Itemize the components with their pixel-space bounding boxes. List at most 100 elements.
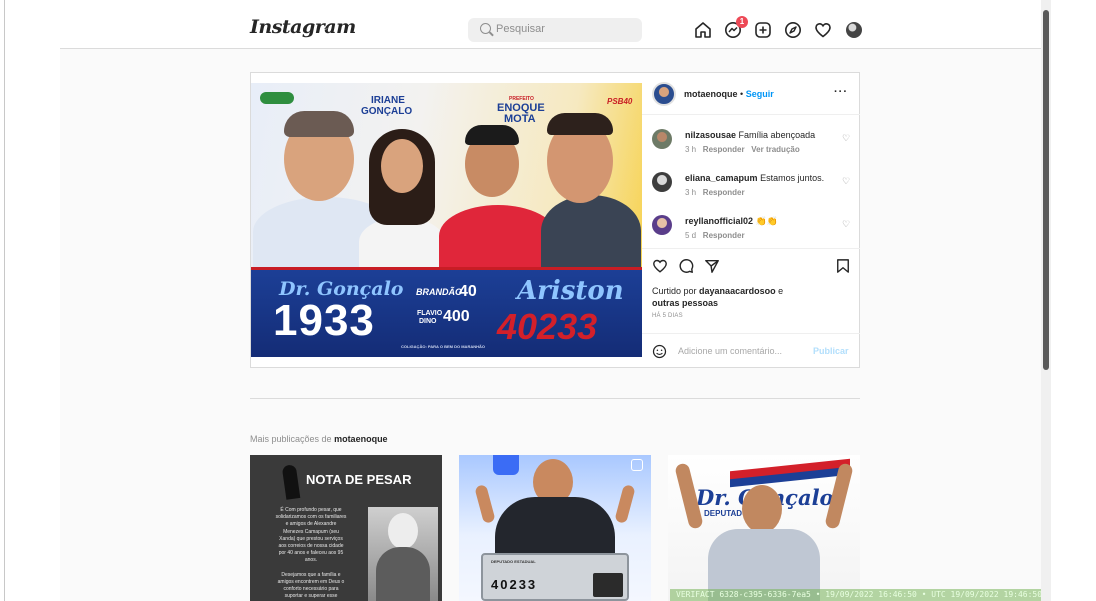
reply-button[interactable]: Responder — [703, 188, 745, 197]
thumb1-body-line: e amigos de Alexandre — [285, 521, 337, 528]
home-icon[interactable] — [694, 21, 712, 39]
post-date[interactable]: HÁ 5 DIAS — [652, 313, 683, 319]
thumb1-body-line: solidarizamos com os familiares — [275, 514, 347, 521]
activity-heart-icon[interactable] — [814, 21, 832, 39]
translate-button[interactable]: Ver tradução — [751, 145, 799, 154]
window-frame — [4, 0, 5, 601]
share-send-icon[interactable] — [704, 258, 720, 274]
instagram-logo[interactable]: Instagram — [250, 16, 356, 38]
top-navigation-bar: Instagram ⌄ Pesquisar 1 — [60, 0, 1044, 49]
search-input[interactable]: Pesquisar — [468, 18, 642, 42]
comment-body: Estamos juntos. — [760, 173, 825, 183]
save-bookmark-icon[interactable] — [836, 258, 850, 274]
thumb1-body-line: anos. — [304, 557, 318, 564]
banner-coalition: COLIGAÇÃO: PARA O BEM DO MARANHÃO — [401, 344, 485, 349]
search-placeholder: Pesquisar — [496, 23, 545, 35]
comment-input[interactable]: Adicione um comentário... — [678, 346, 782, 356]
comment-username[interactable]: reyllanofficial02 — [685, 216, 753, 226]
comment-username[interactable]: eliana_camapum — [685, 173, 758, 183]
comment-avatar[interactable] — [652, 129, 672, 149]
author-username[interactable]: motaenoque — [684, 89, 738, 99]
comment-body: Família abençoada — [738, 130, 816, 140]
party-tag: PSB40 — [607, 97, 633, 106]
browser-viewport: Instagram ⌄ Pesquisar 1 PSB40 IRIANE GON… — [0, 0, 1096, 601]
campaign-banner: Dr. Gonçalo 1933 BRANDÃO 40 FLAVIO DINO … — [251, 267, 642, 357]
heart-badge-icon — [493, 455, 519, 475]
candidate-name-1a: IRIANE — [371, 95, 405, 106]
more-options-icon[interactable]: ··· — [834, 86, 848, 98]
more-posts-title: Mais publicações de motaenoque — [250, 434, 388, 444]
banner-number-1: 1933 — [273, 296, 375, 345]
like-heart-icon[interactable] — [652, 258, 668, 274]
post-header: motaenoque • Seguir ··· — [642, 73, 860, 115]
verifact-watermark: VERIFACT 6328-c395-6336-7ea5 • 19/09/202… — [670, 589, 1044, 601]
banner-flavio: FLAVIO — [417, 310, 443, 317]
section-divider — [250, 398, 860, 399]
thumb1-body-line: É Com profundo pesar, que — [280, 507, 342, 513]
candidate-name-1b: GONÇALO — [361, 106, 413, 117]
thumb1-title: NOTA DE PESAR — [306, 472, 412, 487]
author-avatar[interactable] — [652, 82, 676, 106]
liked-by-user[interactable]: dayanaacardosoo — [699, 286, 776, 296]
comment-time[interactable]: 5 d — [685, 231, 696, 240]
banner-brandao: BRANDÃO — [416, 287, 462, 297]
explore-compass-icon[interactable] — [784, 21, 802, 39]
add-comment-bar: Adicione um comentário... Publicar — [642, 333, 860, 367]
party-logo-icon — [260, 92, 294, 104]
thumb1-photo — [368, 507, 438, 601]
thumbnail-post-1[interactable]: NOTA DE PESAR É Com profundo pesar, que s… — [250, 455, 442, 601]
follow-button[interactable]: Seguir — [746, 89, 774, 99]
banner-dino: DINO — [419, 318, 437, 325]
person-2-head — [381, 139, 423, 193]
post-image[interactable]: PSB40 IRIANE GONÇALO PREFEITO ENOQUE MOT… — [251, 83, 642, 357]
mourning-ribbon-icon — [281, 464, 301, 500]
comment-time[interactable]: 3 h — [685, 188, 696, 197]
thumb1-body-line: Desejamos que a família e — [281, 571, 341, 578]
thumb1-body-line: amigos encontrem em Deus o — [277, 579, 345, 586]
emoji-icon[interactable] — [652, 344, 667, 359]
notification-badge: 1 — [736, 16, 748, 28]
liked-by-prefix: Curtido por — [652, 286, 697, 296]
comment-item: nilzasousae Família abençoada 3 h Respon… — [652, 129, 852, 159]
thumb1-body-line: suportar e superar esse — [284, 593, 338, 600]
more-posts-prefix: Mais publicações de — [250, 434, 332, 444]
reply-button[interactable]: Responder — [703, 231, 745, 240]
thumb1-body-line: Xanda) que prestou serviços — [279, 535, 343, 542]
profile-avatar[interactable] — [846, 22, 862, 38]
banner-brandao-number: 40 — [459, 283, 477, 300]
liked-by-others[interactable]: outras pessoas — [652, 298, 718, 308]
comment-username[interactable]: nilzasousae — [685, 130, 736, 140]
person-4 — [541, 195, 641, 267]
thumb1-body-line: aos correios de nossa cidade — [278, 543, 344, 550]
comment-bubble-icon[interactable] — [678, 258, 694, 274]
like-comment-heart-icon[interactable]: ♡ — [842, 176, 850, 187]
thumb1-body-line — [254, 565, 368, 572]
scrollbar-thumb[interactable] — [1043, 10, 1049, 370]
banner-number-2: 40233 — [497, 306, 598, 347]
publish-button[interactable]: Publicar — [813, 346, 849, 356]
comment-time[interactable]: 3 h — [685, 145, 696, 154]
thumb1-body-line: por 40 anos e faleceu aos 95 — [278, 550, 344, 557]
thumb1-body-line: Menezes Camapum (seu — [283, 528, 339, 535]
chevron-down-icon[interactable]: ⌄ — [322, 22, 330, 33]
comment-avatar[interactable] — [652, 172, 672, 192]
thumb3-head — [742, 485, 782, 533]
thumbnail-post-2[interactable]: DEPUTADO ESTADUAL 40233 — [459, 455, 651, 601]
like-comment-heart-icon[interactable]: ♡ — [842, 219, 850, 230]
like-comment-heart-icon[interactable]: ♡ — [842, 133, 850, 144]
person-3 — [439, 205, 557, 267]
reply-button[interactable]: Responder — [703, 145, 745, 154]
new-post-icon[interactable] — [754, 21, 772, 39]
comment-item: reyllanofficial02 👏👏 5 d Responder ♡ — [652, 215, 852, 245]
banner-flavio-number: 400 — [443, 308, 470, 325]
post-sidebar: motaenoque • Seguir ··· nilzasousae Famí… — [642, 73, 860, 367]
comment-body: 👏👏 — [755, 216, 778, 226]
thumb2-label: DEPUTADO ESTADUAL — [491, 559, 536, 564]
more-posts-user[interactable]: motaenoque — [334, 434, 388, 444]
thumbnail-post-3[interactable]: Dr. Gonçalo DEPUTADO — [668, 455, 860, 601]
liked-by-suffix: e — [778, 286, 784, 296]
search-icon — [480, 23, 491, 34]
thumb2-body — [495, 497, 615, 557]
comment-avatar[interactable] — [652, 215, 672, 235]
banner-ariston: Ariston — [517, 276, 624, 306]
